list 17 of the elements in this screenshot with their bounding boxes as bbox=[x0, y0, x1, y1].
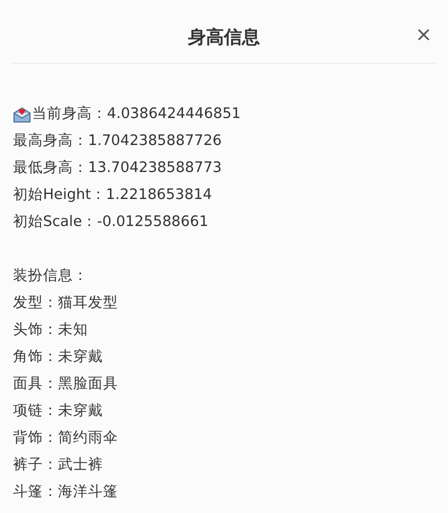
outfit-heading: 装扮信息： bbox=[13, 267, 89, 286]
outfit-info-text: 背饰：简约雨伞 bbox=[13, 429, 119, 448]
height-info-text: 当前身高：4.0386424446851 bbox=[32, 104, 241, 124]
envelope-heart-icon bbox=[13, 106, 31, 122]
dialog-title: 身高信息 bbox=[188, 26, 260, 50]
outfit-info-text: 面具：黑脸面具 bbox=[13, 375, 119, 394]
outfit-info-text: 角饰：未穿戴 bbox=[13, 348, 104, 367]
outfit-info-text: 裤子：武士裤 bbox=[13, 456, 104, 475]
close-button[interactable]: × bbox=[415, 24, 432, 44]
outfit-info-text: 发型：猫耳发型 bbox=[13, 294, 119, 313]
outfit-info-text: 项链：未穿戴 bbox=[13, 402, 104, 421]
height-info-text: 初始Height：1.2218653814 bbox=[13, 186, 212, 205]
height-info-text: 最高身高：1.7042385887726 bbox=[13, 132, 222, 151]
height-info-text: 最低身高：13.704238588773 bbox=[13, 158, 222, 178]
outfit-info-text: 头饰：未知 bbox=[13, 321, 89, 340]
height-info-text: 初始Scale：-0.0125588661 bbox=[13, 212, 208, 232]
outfit-info-text: 斗篷：海洋斗篷 bbox=[13, 483, 119, 502]
